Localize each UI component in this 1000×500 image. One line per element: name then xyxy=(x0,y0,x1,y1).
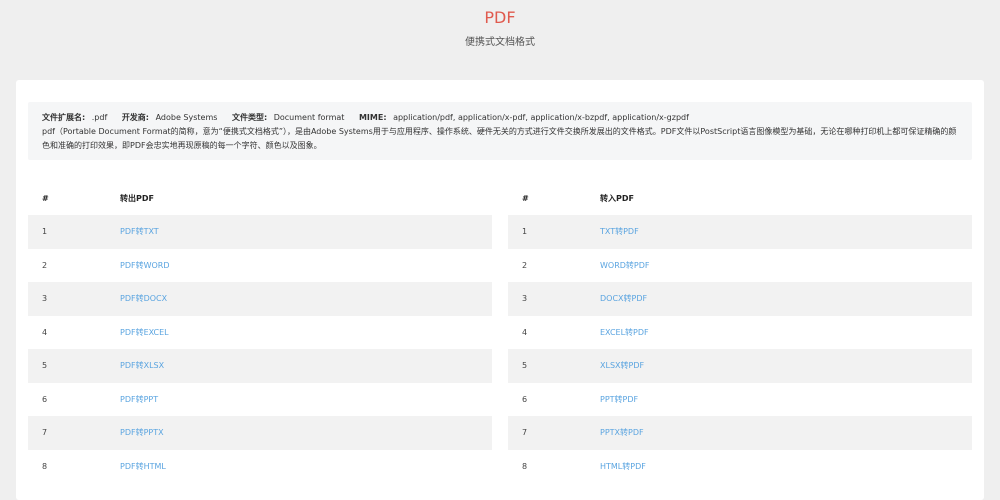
ext-value: .pdf xyxy=(91,113,108,122)
convert-link-pdf-txt[interactable]: PDF转TXT xyxy=(120,227,159,236)
row-number: 8 xyxy=(42,461,48,471)
dev-label: 开发商: xyxy=(121,113,150,122)
convert-link-word-pdf[interactable]: WORD转PDF xyxy=(600,261,650,270)
import-header-num: # xyxy=(522,194,529,203)
convert-link-pdf-word[interactable]: PDF转WORD xyxy=(120,261,170,270)
table-row: 6 PDF转PPT xyxy=(28,383,492,417)
row-number: 4 xyxy=(42,327,48,337)
table-row: 7 PPTX转PDF xyxy=(508,416,972,450)
row-number: 1 xyxy=(522,227,528,237)
export-header-title: 转出PDF xyxy=(120,194,154,203)
convert-link-pdf-ppt[interactable]: PDF转PPT xyxy=(120,395,158,404)
table-row: 2 PDF转WORD xyxy=(28,249,492,283)
mime-label: MIME: xyxy=(358,113,387,122)
row-number: 2 xyxy=(522,260,528,270)
export-table-header: # 转出PDF xyxy=(28,182,492,215)
convert-link-html-pdf[interactable]: HTML转PDF xyxy=(600,462,646,471)
convert-link-pdf-docx[interactable]: PDF转DOCX xyxy=(120,294,167,303)
table-row: 6 PPT转PDF xyxy=(508,383,972,417)
convert-link-docx-pdf[interactable]: DOCX转PDF xyxy=(600,294,647,303)
row-number: 6 xyxy=(42,394,48,404)
table-row: 1 PDF转TXT xyxy=(28,215,492,249)
table-row: 5 PDF转XLSX xyxy=(28,349,492,383)
row-number: 1 xyxy=(42,227,48,237)
mime-value: application/pdf, application/x-pdf, appl… xyxy=(393,113,689,122)
dev-value: Adobe Systems xyxy=(155,113,218,122)
export-header-num: # xyxy=(42,194,49,203)
page-header: PDF 便携式文档格式 xyxy=(0,0,1000,80)
row-number: 8 xyxy=(522,461,528,471)
convert-link-pdf-html[interactable]: PDF转HTML xyxy=(120,462,166,471)
row-number: 7 xyxy=(522,428,528,438)
table-row: 4 PDF转EXCEL xyxy=(28,316,492,350)
import-table-header: # 转入PDF xyxy=(508,182,972,215)
ext-label: 文件扩展名: xyxy=(42,113,86,122)
export-table: # 转出PDF 1 PDF转TXT 2 PDF转WORD 3 PDF转DOCX … xyxy=(28,182,492,483)
convert-link-pptx-pdf[interactable]: PPTX转PDF xyxy=(600,428,644,437)
table-row: 8 PDF转HTML xyxy=(28,450,492,484)
convert-link-pdf-xlsx[interactable]: PDF转XLSX xyxy=(120,361,164,370)
table-row: 1 TXT转PDF xyxy=(508,215,972,249)
convert-link-ppt-pdf[interactable]: PPT转PDF xyxy=(600,395,638,404)
type-value: Document format xyxy=(273,113,345,122)
row-number: 3 xyxy=(522,294,528,304)
convert-link-txt-pdf[interactable]: TXT转PDF xyxy=(600,227,639,236)
table-row: 2 WORD转PDF xyxy=(508,249,972,283)
row-number: 7 xyxy=(42,428,48,438)
table-row: 8 HTML转PDF xyxy=(508,450,972,484)
row-number: 5 xyxy=(522,361,528,371)
format-description: pdf（Portable Document Format的简称，意为“便携式文档… xyxy=(42,127,957,150)
import-table: # 转入PDF 1 TXT转PDF 2 WORD转PDF 3 DOCX转PDF … xyxy=(508,182,972,483)
page-subtitle: 便携式文档格式 xyxy=(465,37,535,48)
table-row: 7 PDF转PPTX xyxy=(28,416,492,450)
import-header-title: 转入PDF xyxy=(600,194,634,203)
convert-link-xlsx-pdf[interactable]: XLSX转PDF xyxy=(600,361,644,370)
table-row: 4 EXCEL转PDF xyxy=(508,316,972,350)
row-number: 2 xyxy=(42,260,48,270)
table-row: 3 PDF转DOCX xyxy=(28,282,492,316)
row-number: 4 xyxy=(522,327,528,337)
convert-link-excel-pdf[interactable]: EXCEL转PDF xyxy=(600,328,649,337)
row-number: 3 xyxy=(42,294,48,304)
type-label: 文件类型: xyxy=(231,113,268,122)
convert-link-pdf-excel[interactable]: PDF转EXCEL xyxy=(120,328,169,337)
row-number: 6 xyxy=(522,394,528,404)
convert-link-pdf-pptx[interactable]: PDF转PPTX xyxy=(120,428,164,437)
table-row: 5 XLSX转PDF xyxy=(508,349,972,383)
format-meta-line: 文件扩展名: .pdf 开发商: Adobe Systems 文件类型: Doc… xyxy=(42,111,958,125)
content-card: 文件扩展名: .pdf 开发商: Adobe Systems 文件类型: Doc… xyxy=(16,80,984,500)
row-number: 5 xyxy=(42,361,48,371)
format-info-box: 文件扩展名: .pdf 开发商: Adobe Systems 文件类型: Doc… xyxy=(28,102,972,160)
page-title: PDF xyxy=(484,8,516,27)
table-row: 3 DOCX转PDF xyxy=(508,282,972,316)
